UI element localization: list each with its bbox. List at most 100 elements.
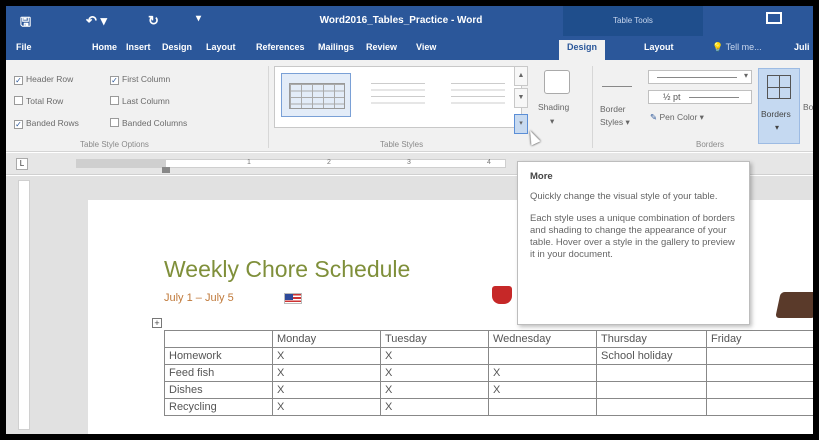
tab-layout[interactable]: Layout bbox=[206, 42, 236, 52]
table-cell[interactable] bbox=[706, 381, 813, 399]
table-row[interactable]: Recycling X X bbox=[164, 398, 813, 416]
table-style-plain-1[interactable] bbox=[363, 73, 433, 117]
group-divider bbox=[268, 66, 269, 148]
tab-mailings[interactable]: Mailings bbox=[318, 42, 354, 52]
table-cell[interactable]: X bbox=[488, 364, 597, 382]
tooltip-text: Quickly change the visual style of your … bbox=[530, 191, 718, 202]
word-window: 🖫 ↶ ▾ ↻ ▾ Word2016_Tables_Practice - Wor… bbox=[6, 6, 813, 434]
table-cell[interactable]: Recycling bbox=[164, 398, 273, 416]
tab-home[interactable]: Home bbox=[92, 42, 117, 52]
document-subtitle[interactable]: July 1 – July 5 bbox=[164, 292, 234, 304]
table-header-cell[interactable]: Wednesday bbox=[488, 330, 597, 348]
shading-label[interactable]: Shading bbox=[538, 102, 569, 112]
border-styles-label[interactable]: Border bbox=[600, 104, 626, 114]
table-cell[interactable]: X bbox=[380, 364, 489, 382]
table-cell[interactable]: X bbox=[272, 398, 381, 416]
pen-color-label: Pen Color ▾ bbox=[659, 112, 704, 122]
tab-selector-icon[interactable]: L bbox=[16, 158, 28, 170]
table-style-grid[interactable] bbox=[281, 73, 351, 117]
table-style-plain-2[interactable] bbox=[443, 73, 513, 117]
header-row-checkbox[interactable]: ✓ Header Row bbox=[14, 74, 73, 85]
table-header-cell[interactable]: Thursday bbox=[596, 330, 707, 348]
table-header-cell[interactable]: Tuesday bbox=[380, 330, 489, 348]
table-styles-gallery[interactable] bbox=[274, 66, 522, 128]
tell-me-search[interactable]: 💡 Tell me... bbox=[712, 42, 762, 53]
table-cell[interactable]: X bbox=[380, 381, 489, 399]
gallery-down-icon[interactable]: ▼ bbox=[514, 88, 528, 108]
ribbon-tabs: File Home Insert Design Layout Reference… bbox=[6, 36, 813, 60]
last-column-checkbox[interactable]: Last Column bbox=[110, 96, 170, 106]
tab-review[interactable]: Review bbox=[366, 42, 397, 52]
gallery-up-icon[interactable]: ▲ bbox=[514, 66, 528, 86]
chevron-down-icon: ▾ bbox=[743, 71, 748, 80]
pen-color-button[interactable]: ✎ Pen Color ▾ bbox=[650, 112, 704, 123]
table-cell[interactable]: X bbox=[272, 381, 381, 399]
table-cell[interactable]: Feed fish bbox=[164, 364, 273, 382]
table-cell[interactable]: X bbox=[272, 364, 381, 382]
table-cell[interactable] bbox=[596, 364, 707, 382]
table-header-row[interactable]: Monday Tuesday Wednesday Thursday Friday bbox=[164, 330, 813, 348]
table-move-handle-icon[interactable]: + bbox=[152, 318, 162, 328]
tab-design[interactable]: Design bbox=[162, 42, 192, 52]
table-cell[interactable]: X bbox=[488, 381, 597, 399]
table-row[interactable]: Homework X X School holiday bbox=[164, 347, 813, 365]
line-weight-value: ½ pt bbox=[663, 92, 681, 102]
table-cell[interactable]: X bbox=[380, 347, 489, 365]
table-cell[interactable] bbox=[488, 398, 597, 416]
table-cell[interactable] bbox=[596, 381, 707, 399]
table-cell[interactable]: X bbox=[272, 347, 381, 365]
checkbox-unchecked bbox=[110, 118, 119, 127]
table-cell[interactable] bbox=[596, 398, 707, 416]
border-painter-label[interactable]: Bo Pa bbox=[803, 102, 813, 112]
total-row-checkbox[interactable]: Total Row bbox=[14, 96, 63, 106]
first-column-checkbox[interactable]: ✓ First Column bbox=[110, 74, 170, 85]
table-cell[interactable]: Dishes bbox=[164, 381, 273, 399]
chore-table[interactable]: Monday Tuesday Wednesday Thursday Friday Home… bbox=[164, 330, 813, 416]
banded-columns-checkbox[interactable]: Banded Columns bbox=[110, 118, 187, 128]
tooltip-title: More bbox=[530, 171, 553, 182]
ruler-number: 1 bbox=[247, 159, 251, 166]
table-row[interactable]: Dishes X X X bbox=[164, 381, 813, 399]
table-cell[interactable]: X bbox=[380, 398, 489, 416]
group-divider bbox=[592, 66, 593, 148]
border-styles-dropdown[interactable]: Styles ▾ bbox=[600, 117, 630, 128]
ruler-margin bbox=[76, 159, 166, 168]
table-cell[interactable] bbox=[706, 347, 813, 365]
document-heading[interactable]: Weekly Chore Schedule bbox=[164, 256, 410, 283]
vertical-ruler bbox=[18, 180, 30, 430]
banded-rows-checkbox[interactable]: ✓ Banded Rows bbox=[14, 118, 79, 129]
line-style-dropdown[interactable]: ▾ bbox=[648, 70, 752, 84]
mug-clipart-icon[interactable] bbox=[492, 286, 512, 304]
table-cell[interactable] bbox=[706, 398, 813, 416]
table-cell[interactable] bbox=[706, 364, 813, 382]
save-icon[interactable]: 🖫 bbox=[20, 13, 31, 35]
borders-button[interactable]: Borders ▾ bbox=[758, 68, 800, 144]
borders-label: Borders bbox=[761, 109, 791, 119]
line-weight-dropdown[interactable]: ½ pt bbox=[648, 90, 752, 104]
table-header-cell[interactable]: Friday bbox=[706, 330, 813, 348]
indent-marker-icon[interactable] bbox=[162, 167, 170, 173]
account-name[interactable]: Juli bbox=[794, 42, 810, 52]
table-header-cell[interactable] bbox=[164, 330, 273, 348]
table-cell[interactable] bbox=[488, 347, 597, 365]
table-row[interactable]: Feed fish X X X bbox=[164, 364, 813, 382]
table-cell[interactable]: Homework bbox=[164, 347, 273, 365]
more-tooltip: More Quickly change the visual style of … bbox=[517, 161, 750, 325]
shading-bucket-icon[interactable] bbox=[544, 70, 570, 94]
gallery-more-button[interactable]: ▾ bbox=[514, 114, 528, 134]
table-header-cell[interactable]: Monday bbox=[272, 330, 381, 348]
customize-quick-access-icon[interactable]: ▾ bbox=[196, 13, 201, 24]
tab-references[interactable]: References bbox=[256, 42, 305, 52]
clipart-image[interactable] bbox=[775, 292, 813, 318]
tab-view[interactable]: View bbox=[416, 42, 436, 52]
redo-icon[interactable]: ↻ bbox=[148, 13, 159, 29]
tab-insert[interactable]: Insert bbox=[126, 42, 151, 52]
tab-table-design[interactable]: Design bbox=[559, 40, 606, 60]
tab-table-layout[interactable]: Layout bbox=[644, 42, 674, 52]
table-cell[interactable]: School holiday bbox=[596, 347, 707, 365]
tab-file[interactable]: File bbox=[16, 42, 32, 52]
ribbon-display-options-icon[interactable] bbox=[766, 12, 782, 24]
shading-dropdown-icon[interactable]: ▾ bbox=[550, 116, 554, 127]
undo-icon[interactable]: ↶ ▾ bbox=[86, 13, 107, 29]
checkbox-checked: ✓ bbox=[110, 76, 119, 85]
